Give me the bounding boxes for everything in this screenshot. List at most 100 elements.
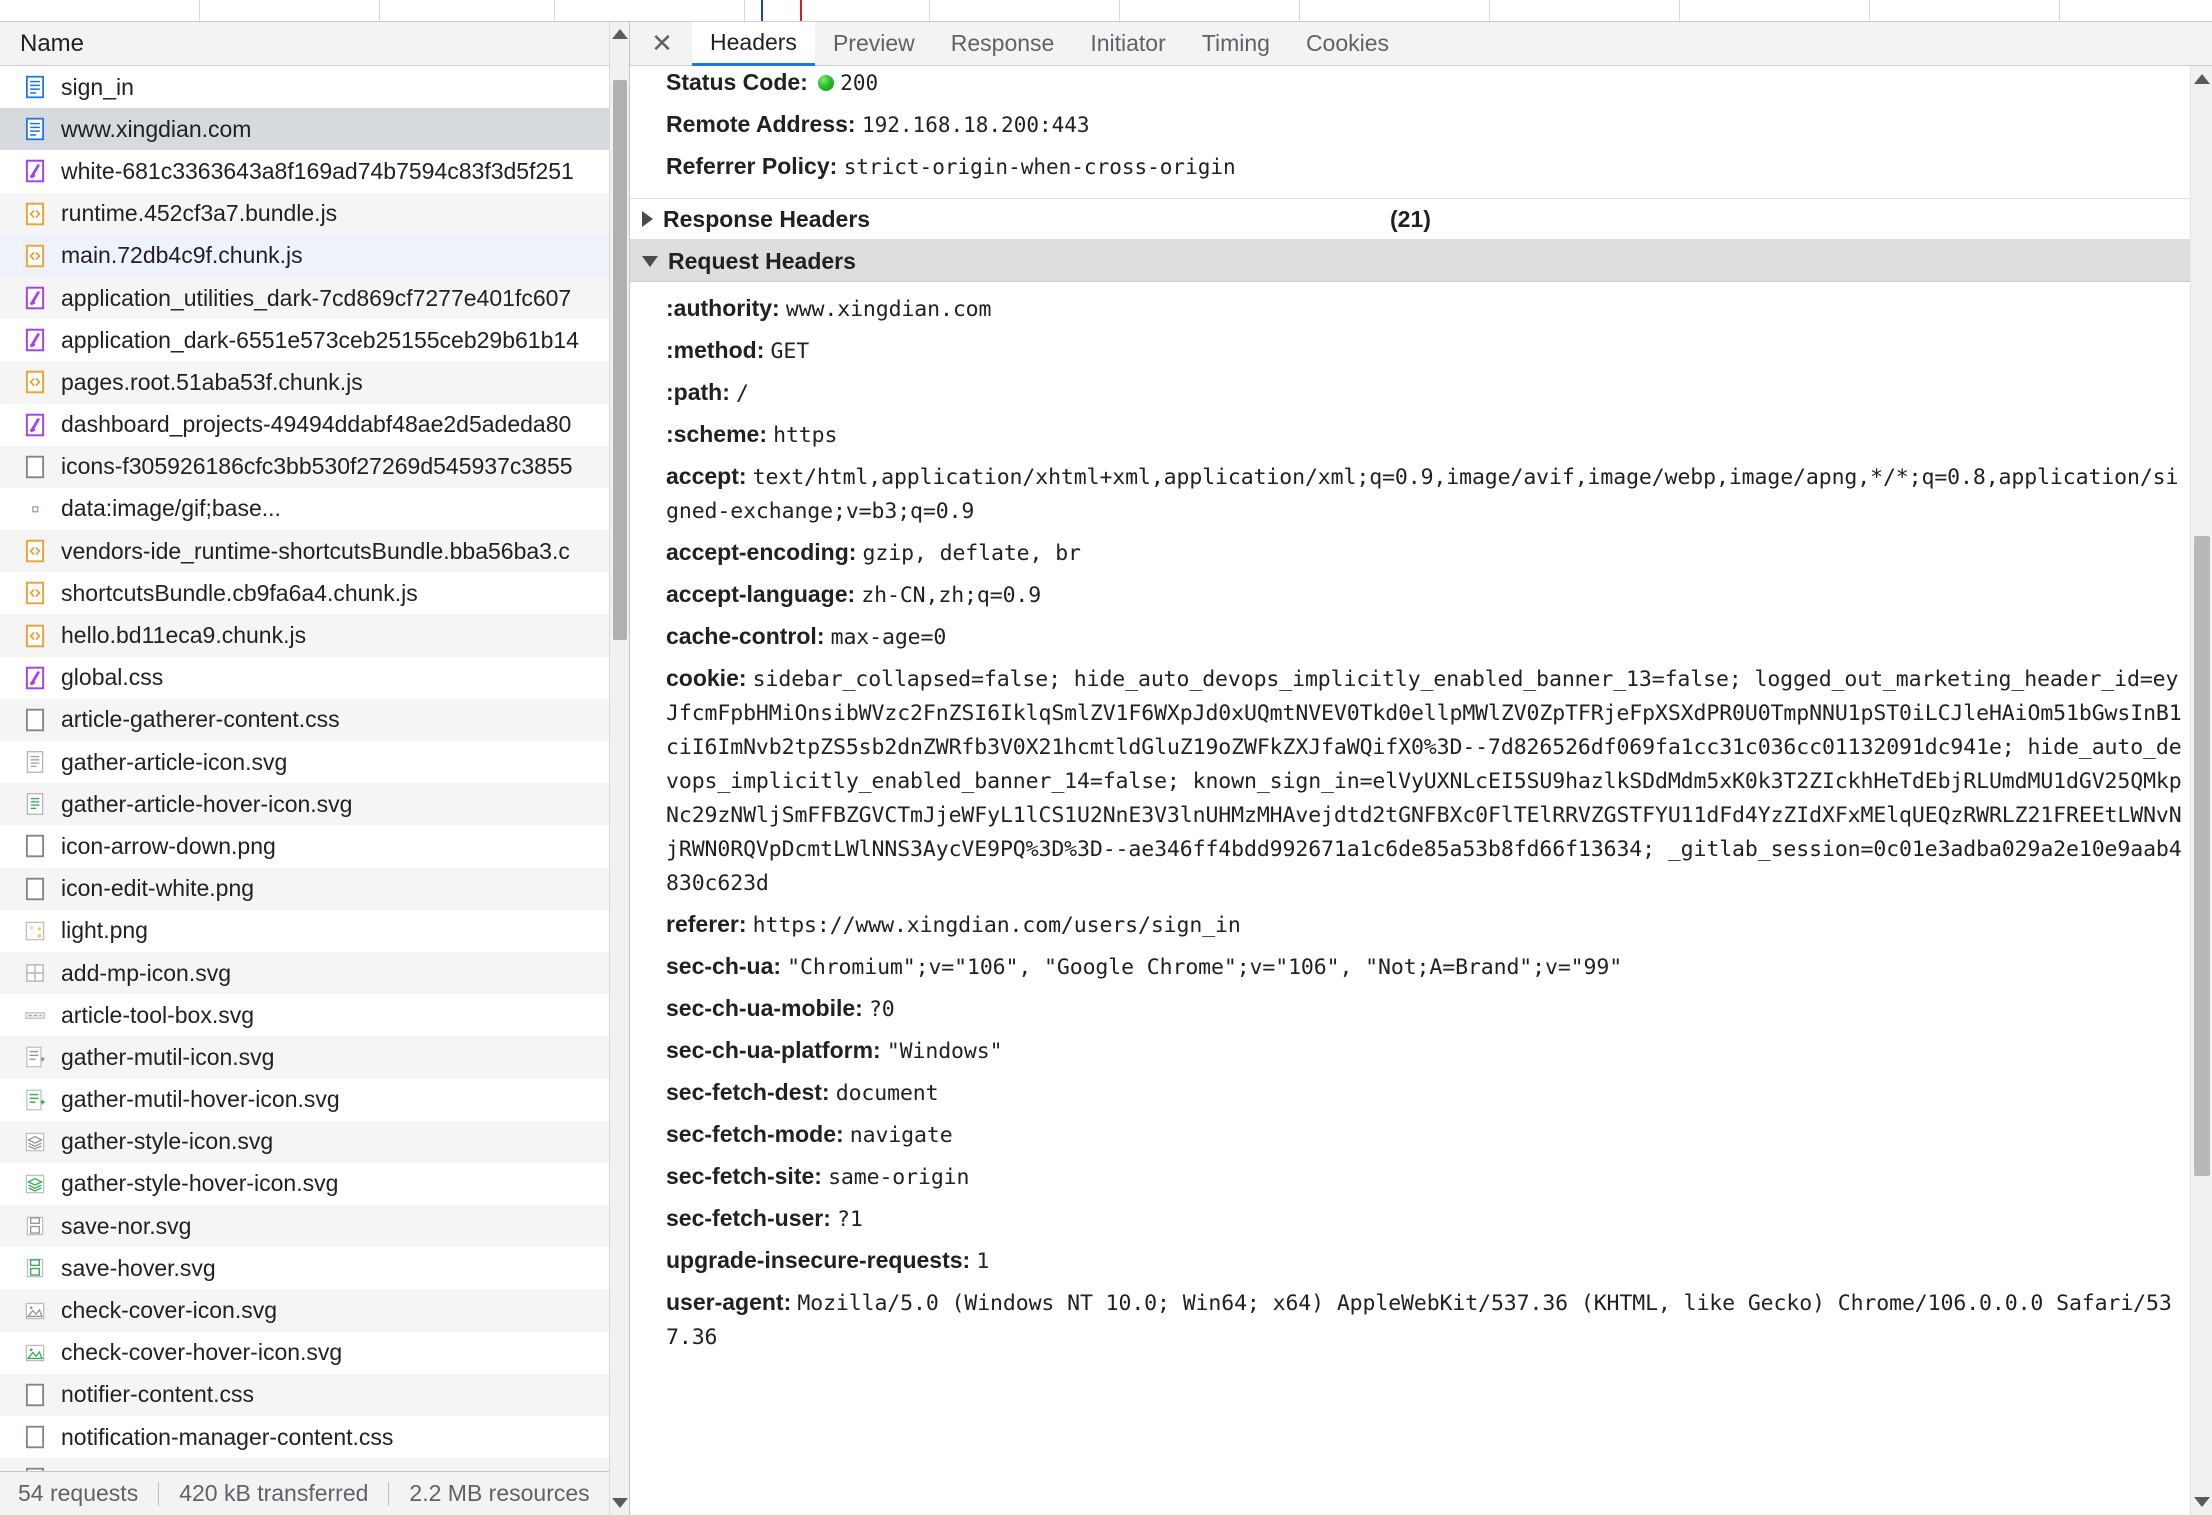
request-row[interactable]: article-tool-box.svg — [0, 994, 629, 1036]
tab-response[interactable]: Response — [933, 22, 1073, 66]
request-row[interactable]: gather-style-icon.svg — [0, 1121, 629, 1163]
generic-file-icon — [22, 1382, 48, 1408]
request-name-label: light.png — [61, 917, 148, 944]
request-row[interactable]: white-681c3363643a8f169ad74b7594c83f3d5f… — [0, 150, 629, 192]
scroll-up-arrow-icon[interactable] — [2191, 68, 2212, 90]
request-row[interactable]: www.xingdian.com — [0, 108, 629, 150]
general-key: Remote Address: — [666, 111, 856, 137]
tab-initiator[interactable]: Initiator — [1072, 22, 1183, 66]
header-key: cache-control: — [666, 623, 824, 649]
request-row[interactable]: icon-arrow-down.png — [0, 825, 629, 867]
request-row[interactable]: icon-edit-white.png — [0, 868, 629, 910]
scrollbar-thumb[interactable] — [2194, 536, 2210, 1176]
scroll-down-arrow-icon[interactable] — [610, 1493, 630, 1513]
general-key: Status Code: — [666, 69, 808, 95]
request-name-label: runtime.452cf3a7.bundle.js — [61, 200, 337, 227]
scroll-down-arrow-icon[interactable] — [2191, 1491, 2212, 1513]
request-name-label: article-gatherer-content.css — [61, 706, 340, 733]
request-row[interactable]: gather-article-hover-icon.svg — [0, 783, 629, 825]
request-row[interactable]: icons-f305926186cfc3bb530f27269d545937c3… — [0, 446, 629, 488]
requests-scrollbar[interactable] — [609, 22, 629, 1515]
image-preview-save-green — [22, 1255, 48, 1281]
request-row[interactable]: article-gatherer-content.css — [0, 699, 629, 741]
header-value: www.xingdian.com — [786, 297, 992, 322]
general-summary: Request Method: GETStatus Code: 200Remot… — [630, 66, 2190, 198]
request-row[interactable]: check-cover-hover-icon.svg — [0, 1332, 629, 1374]
image-preview-lines-gray — [22, 1044, 48, 1070]
request-row[interactable]: save-hover.svg — [0, 1247, 629, 1289]
request-row[interactable]: gather-mutil-hover-icon.svg — [0, 1079, 629, 1121]
request-row[interactable]: save-nor.svg — [0, 1205, 629, 1247]
request-row[interactable]: gather-mutil-icon.svg — [0, 1036, 629, 1078]
stylesheet-icon — [22, 327, 48, 353]
header-key: :scheme: — [666, 421, 767, 447]
request-row[interactable]: notification-manager-content.css — [0, 1416, 629, 1458]
request-row[interactable]: gather-article-icon.svg — [0, 741, 629, 783]
request-headers-section-header[interactable]: Request Headers — [630, 240, 2190, 282]
close-icon[interactable]: ✕ — [644, 26, 680, 62]
request-row[interactable]: light.png — [0, 910, 629, 952]
request-name-label: icon-edit-white.png — [61, 875, 254, 902]
resources-label: 2.2 MB resources — [409, 1480, 589, 1507]
stylesheet-icon — [22, 665, 48, 691]
request-header-row: :authority: www.xingdian.com — [630, 288, 2190, 330]
stylesheet-icon — [22, 158, 48, 184]
request-name-label: toast-manager-content.css — [61, 1466, 333, 1471]
tab-headers[interactable]: Headers — [692, 22, 815, 66]
request-row[interactable]: check-cover-icon.svg — [0, 1289, 629, 1331]
request-header-row: user-agent: Mozilla/5.0 (Windows NT 10.0… — [630, 1282, 2190, 1358]
scrollbar-thumb[interactable] — [613, 80, 627, 640]
request-header-row: sec-fetch-site: same-origin — [630, 1156, 2190, 1198]
request-row[interactable]: global.css — [0, 657, 629, 699]
header-value: same-origin — [828, 1165, 969, 1190]
request-row[interactable]: vendors-ide_runtime-shortcutsBundle.bba5… — [0, 530, 629, 572]
request-header-row: accept-language: zh-CN,zh;q=0.9 — [630, 574, 2190, 616]
detail-scrollbar[interactable] — [2190, 66, 2212, 1515]
response-headers-section-header[interactable]: Response Headers (21) — [630, 198, 2190, 240]
header-key: user-agent: — [666, 1289, 791, 1315]
generic-file-icon — [22, 833, 48, 859]
request-header-row: sec-fetch-mode: navigate — [630, 1114, 2190, 1156]
request-row[interactable]: main.72db4c9f.chunk.js — [0, 235, 629, 277]
scroll-up-arrow-icon[interactable] — [610, 24, 630, 44]
request-header-row: upgrade-insecure-requests: 1 — [630, 1240, 2190, 1282]
stylesheet-icon — [22, 285, 48, 311]
request-name-label: gather-style-hover-icon.svg — [61, 1170, 338, 1197]
request-row[interactable]: toast-manager-content.css — [0, 1458, 629, 1471]
image-preview-layers-gray — [22, 1129, 48, 1155]
tab-timing[interactable]: Timing — [1184, 22, 1288, 66]
request-row[interactable]: dashboard_projects-49494ddabf48ae2d5aded… — [0, 404, 629, 446]
generic-file-icon — [22, 1466, 48, 1471]
image-preview-lines-green — [22, 1087, 48, 1113]
request-row[interactable]: application_dark-6551e573ceb25155ceb29b6… — [0, 319, 629, 361]
request-count-label: 54 requests — [18, 1480, 138, 1507]
request-row[interactable]: runtime.452cf3a7.bundle.js — [0, 193, 629, 235]
requests-column-header[interactable]: Name — [0, 22, 629, 66]
request-row[interactable]: application_utilities_dark-7cd869cf7277e… — [0, 277, 629, 319]
requests-list[interactable]: sign_inwww.xingdian.comwhite-681c3363643… — [0, 66, 629, 1471]
request-name-label: vendors-ide_runtime-shortcutsBundle.bba5… — [61, 538, 570, 565]
request-row[interactable]: add-mp-icon.svg — [0, 952, 629, 994]
request-row[interactable]: shortcutsBundle.cb9fa6a4.chunk.js — [0, 572, 629, 614]
request-header-row: sec-fetch-user: ?1 — [630, 1198, 2190, 1240]
request-row[interactable]: pages.root.51aba53f.chunk.js — [0, 361, 629, 403]
tab-preview[interactable]: Preview — [815, 22, 933, 66]
request-row[interactable]: gather-style-hover-icon.svg — [0, 1163, 629, 1205]
header-value: ?1 — [837, 1207, 863, 1232]
generic-file-icon — [22, 707, 48, 733]
request-row[interactable]: notifier-content.css — [0, 1374, 629, 1416]
request-name-label: notification-manager-content.css — [61, 1424, 393, 1451]
header-value: https — [773, 423, 837, 448]
tab-cookies[interactable]: Cookies — [1288, 22, 1407, 66]
request-header-row: cache-control: max-age=0 — [630, 616, 2190, 658]
network-overview-strip[interactable] — [0, 0, 2212, 22]
header-value: gzip, deflate, br — [863, 541, 1081, 566]
header-key: sec-ch-ua: — [666, 953, 781, 979]
request-row[interactable]: hello.bd11eca9.chunk.js — [0, 614, 629, 656]
request-row[interactable]: sign_in — [0, 66, 629, 108]
request-header-row: :path: / — [630, 372, 2190, 414]
headers-scroll-region[interactable]: Request Method: GETStatus Code: 200Remot… — [630, 66, 2212, 1515]
request-row[interactable]: data:image/gif;base... — [0, 488, 629, 530]
response-headers-title: Response Headers — [663, 206, 870, 233]
request-headers-title: Request Headers — [668, 248, 856, 275]
